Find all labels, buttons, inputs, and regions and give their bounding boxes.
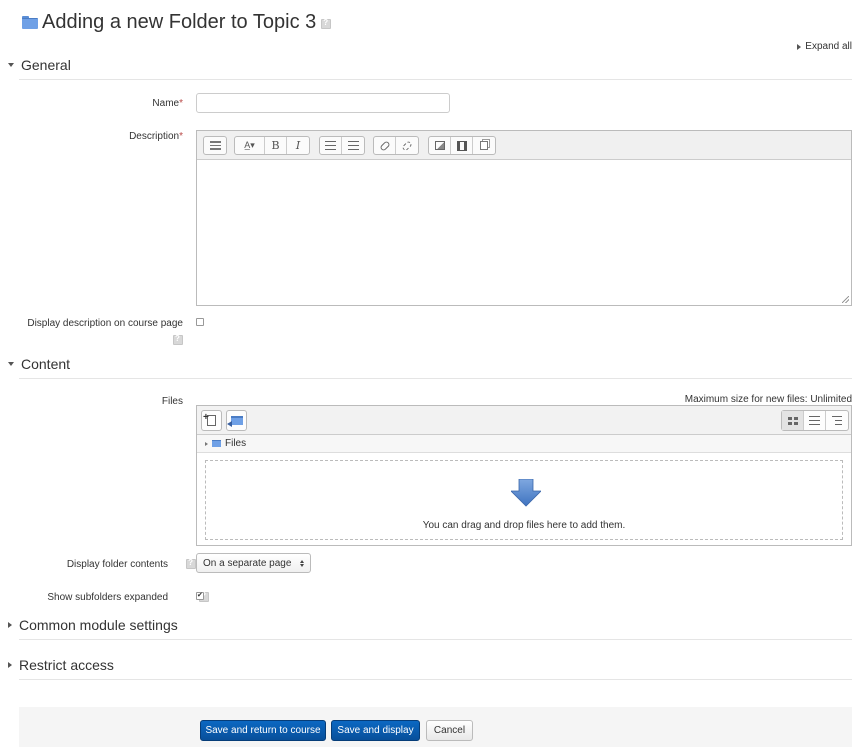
files-label: Files — [161, 396, 183, 407]
path-root[interactable]: Files — [225, 438, 246, 449]
required-marker: * — [179, 131, 183, 142]
drop-instructions: You can drag and drop files here to add … — [422, 520, 626, 531]
editor-content-area[interactable] — [197, 160, 851, 305]
unordered-list-icon[interactable] — [320, 137, 342, 154]
drop-arrow-icon — [511, 479, 541, 507]
display-folder-select[interactable]: On a separate page — [196, 553, 311, 573]
font-style-icon[interactable]: A̲▾ — [235, 137, 265, 154]
section-divider — [19, 679, 852, 680]
view-details-button[interactable] — [804, 411, 826, 430]
media-icon[interactable] — [451, 137, 473, 154]
section-general-title: General — [21, 57, 71, 73]
section-common-module-header[interactable]: Common module settings — [8, 617, 178, 633]
ordered-list-icon[interactable] — [342, 137, 364, 154]
grid-icon — [787, 416, 798, 425]
collapse-arrow-icon — [8, 362, 14, 366]
select-arrows-icon — [300, 559, 304, 567]
unlink-icon[interactable] — [396, 137, 418, 154]
section-content-header[interactable]: Content — [8, 356, 70, 372]
expand-arrow-icon — [8, 662, 12, 668]
required-marker: * — [179, 98, 183, 109]
view-switcher — [781, 410, 849, 431]
section-common-module-title: Common module settings — [19, 617, 178, 633]
cancel-button[interactable]: Cancel — [426, 720, 473, 741]
section-content-title: Content — [21, 356, 71, 372]
view-tree-button[interactable] — [826, 411, 848, 430]
section-restrict-access-header[interactable]: Restrict access — [8, 657, 114, 673]
toolbar-group-links — [373, 136, 419, 155]
tree-icon — [832, 416, 842, 425]
help-icon[interactable] — [186, 558, 197, 569]
display-folder-value: On a separate page — [203, 557, 292, 569]
name-label: Name* — [152, 98, 183, 109]
toolbar-group-media — [428, 136, 496, 155]
section-divider — [19, 79, 852, 80]
manage-files-icon[interactable] — [473, 137, 495, 154]
path-arrow-icon — [205, 441, 208, 446]
file-drop-zone[interactable]: You can drag and drop files here to add … — [205, 460, 843, 540]
help-icon[interactable] — [173, 334, 183, 345]
section-divider — [19, 378, 852, 379]
download-button[interactable] — [226, 410, 247, 431]
section-restrict-access-title: Restrict access — [19, 657, 114, 673]
description-editor[interactable]: A̲▾ B I — [196, 130, 852, 306]
expand-all-link[interactable]: Expand all — [797, 41, 852, 52]
toolbar-group-collapse — [203, 136, 227, 155]
toolbar-group-lists — [319, 136, 365, 155]
expand-arrow-icon — [797, 43, 802, 50]
file-manager-toolbar — [197, 406, 851, 435]
list-icon — [809, 416, 820, 425]
help-icon[interactable] — [321, 18, 332, 29]
display-description-checkbox[interactable] — [196, 318, 204, 326]
toolbar-group-style: A̲▾ B I — [234, 136, 310, 155]
show-subfolders-label: Show subfolders expanded — [47, 592, 168, 603]
expand-all-label: Expand all — [805, 41, 852, 52]
add-file-icon — [203, 412, 216, 426]
editor-toolbar: A̲▾ B I — [197, 131, 851, 160]
section-divider — [19, 639, 852, 640]
file-path-bar: Files — [197, 435, 851, 453]
link-icon[interactable] — [374, 137, 396, 154]
max-size-text: Maximum size for new files: Unlimited — [684, 394, 852, 405]
description-label: Description* — [129, 131, 183, 142]
page-title: Adding a new Folder to Topic 3 — [22, 8, 332, 36]
resize-grip-icon[interactable] — [842, 296, 849, 303]
collapse-arrow-icon — [8, 63, 14, 67]
folder-icon — [212, 440, 221, 447]
collapse-icon[interactable] — [204, 137, 226, 154]
folder-icon — [22, 15, 38, 29]
italic-icon[interactable]: I — [287, 137, 309, 154]
image-icon[interactable] — [429, 137, 451, 154]
save-display-button[interactable]: Save and display — [331, 720, 420, 741]
file-manager: Files You can drag and drop files here t… — [196, 405, 852, 546]
section-general-header[interactable]: General — [8, 57, 71, 73]
display-description-label: Display description on course page — [27, 318, 183, 329]
download-folder-icon — [226, 416, 243, 427]
expand-arrow-icon — [8, 622, 12, 628]
view-icons-button[interactable] — [782, 411, 804, 430]
save-return-button[interactable]: Save and return to course — [200, 720, 326, 741]
show-subfolders-checkbox[interactable] — [196, 591, 204, 600]
bold-icon[interactable]: B — [265, 137, 287, 154]
add-file-button[interactable] — [201, 410, 222, 431]
display-folder-label: Display folder contents — [66, 559, 168, 570]
name-input[interactable] — [196, 93, 450, 113]
page-title-text: Adding a new Folder to Topic 3 — [42, 10, 317, 33]
